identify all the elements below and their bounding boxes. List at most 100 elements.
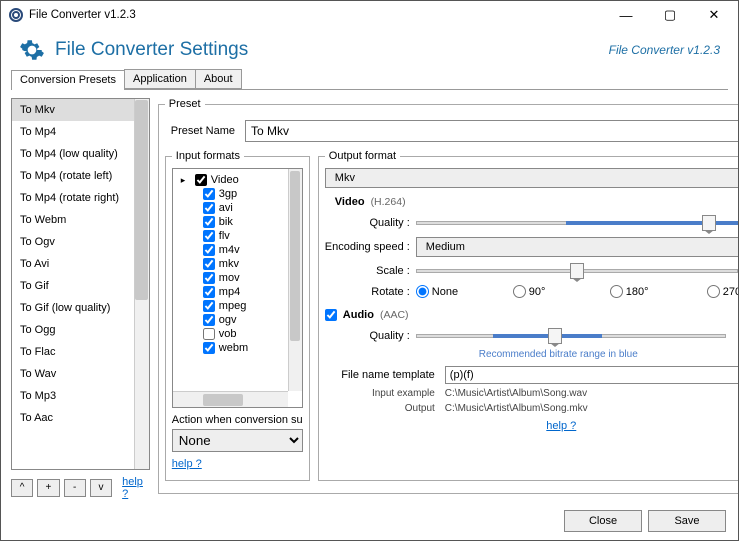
preset-item[interactable]: To Ogg: [12, 319, 149, 341]
audio-quality-slider[interactable]: [416, 328, 726, 344]
move-up-button[interactable]: ^: [11, 479, 33, 497]
output-example-label: Output: [325, 403, 435, 414]
format-checkbox[interactable]: [203, 272, 215, 284]
format-checkbox[interactable]: [203, 258, 215, 270]
preset-item[interactable]: To Mkv: [12, 99, 149, 121]
preset-item[interactable]: To Mp4 (low quality): [12, 143, 149, 165]
presets-help-link[interactable]: help ?: [122, 476, 150, 500]
format-label: bik: [219, 216, 233, 228]
scale-slider[interactable]: [416, 263, 738, 279]
preset-item[interactable]: To Mp4 (rotate left): [12, 165, 149, 187]
output-format-select[interactable]: Mkv: [325, 168, 738, 188]
format-label: flv: [219, 230, 230, 242]
app-icon: [9, 8, 23, 22]
preset-item[interactable]: To Gif: [12, 275, 149, 297]
scale-label: Scale :: [325, 265, 410, 277]
output-help-link[interactable]: help ?: [546, 420, 576, 432]
rotate-label: Rotate :: [325, 286, 410, 298]
tree-hscrollbar[interactable]: [173, 391, 288, 407]
tree-root-label: Video: [211, 174, 239, 186]
format-label: mov: [219, 272, 240, 284]
format-label: ogv: [219, 314, 237, 326]
format-checkbox[interactable]: [203, 314, 215, 326]
minimize-button[interactable]: —: [604, 1, 648, 29]
action-select[interactable]: None: [172, 429, 303, 452]
format-checkbox[interactable]: [203, 216, 215, 228]
remove-preset-button[interactable]: -: [64, 479, 86, 497]
input-formats-fieldset: Input formats ▸Video 3gp avi bik flv m4v…: [165, 150, 310, 481]
preset-legend: Preset: [165, 98, 205, 110]
preset-name-input[interactable]: [245, 120, 738, 142]
title-bar: File Converter v1.2.3 — ▢ ✕: [1, 1, 738, 29]
move-down-button[interactable]: v: [90, 479, 112, 497]
preset-item[interactable]: To Webm: [12, 209, 149, 231]
rotate-270-radio[interactable]: [707, 285, 720, 298]
rotate-90-radio[interactable]: [513, 285, 526, 298]
encoding-speed-label: Encoding speed :: [325, 241, 410, 253]
tab-conversion-presets[interactable]: Conversion Presets: [11, 70, 125, 90]
tree-root-checkbox[interactable]: [195, 174, 207, 186]
format-checkbox[interactable]: [203, 230, 215, 242]
preset-item[interactable]: To Mp4 (rotate right): [12, 187, 149, 209]
page-title: File Converter Settings: [55, 39, 248, 61]
filename-template-input[interactable]: [445, 366, 738, 384]
format-tree[interactable]: ▸Video 3gp avi bik flv m4v mkv mov mp4 m…: [172, 168, 303, 408]
preset-item[interactable]: To Mp4: [12, 121, 149, 143]
tree-vscrollbar[interactable]: [288, 169, 302, 391]
audio-section-label: Audio: [343, 309, 374, 321]
close-window-button[interactable]: ✕: [692, 1, 736, 29]
preset-fieldset: Preset Preset Name Input formats ▸Video …: [158, 98, 738, 494]
format-label: mkv: [219, 258, 239, 270]
tab-bar: Conversion Presets Application About: [11, 69, 728, 90]
formats-help-link[interactable]: help ?: [172, 458, 303, 470]
format-checkbox[interactable]: [203, 328, 215, 340]
format-label: mpeg: [219, 300, 247, 312]
format-checkbox[interactable]: [203, 342, 215, 354]
action-label: Action when conversion su: [172, 414, 303, 426]
output-format-legend: Output format: [325, 150, 400, 162]
audio-codec-label: (AAC): [380, 309, 409, 321]
preset-list[interactable]: To Mkv To Mp4 To Mp4 (low quality) To Mp…: [11, 98, 150, 470]
rotate-180-radio[interactable]: [610, 285, 623, 298]
video-quality-slider[interactable]: [416, 215, 738, 231]
close-button[interactable]: Close: [564, 510, 642, 532]
preset-scrollbar[interactable]: [134, 99, 149, 469]
tab-about[interactable]: About: [195, 69, 242, 89]
tree-caret-icon[interactable]: ▸: [181, 175, 191, 186]
header: File Converter Settings File Converter v…: [1, 29, 738, 69]
preset-item[interactable]: To Wav: [12, 363, 149, 385]
format-checkbox[interactable]: [203, 286, 215, 298]
preset-item[interactable]: To Avi: [12, 253, 149, 275]
maximize-button[interactable]: ▢: [648, 1, 692, 29]
encoding-speed-select[interactable]: Medium: [416, 237, 738, 257]
format-label: m4v: [219, 244, 240, 256]
format-label: webm: [219, 342, 248, 354]
format-label: 3gp: [219, 188, 237, 200]
add-preset-button[interactable]: +: [37, 479, 59, 497]
input-formats-legend: Input formats: [172, 150, 244, 162]
rotate-none-radio[interactable]: [416, 285, 429, 298]
format-checkbox[interactable]: [203, 244, 215, 256]
output-format-fieldset: Output format Mkv Video (H.264) Quality …: [318, 150, 738, 481]
format-checkbox[interactable]: [203, 202, 215, 214]
input-example-value: C:\Music\Artist\Album\Song.wav: [445, 388, 587, 399]
format-checkbox[interactable]: [203, 188, 215, 200]
input-example-label: Input example: [325, 388, 435, 399]
video-quality-label: Quality :: [325, 217, 410, 229]
audio-enable-checkbox[interactable]: [325, 309, 337, 321]
gear-icon: [19, 37, 45, 63]
audio-quality-label: Quality :: [325, 330, 410, 342]
format-label: vob: [219, 328, 237, 340]
preset-item[interactable]: To Gif (low quality): [12, 297, 149, 319]
preset-item[interactable]: To Flac: [12, 341, 149, 363]
audio-bitrate-value: 155 kbit/s: [732, 330, 738, 342]
save-button[interactable]: Save: [648, 510, 726, 532]
preset-item[interactable]: To Aac: [12, 407, 149, 429]
format-label: mp4: [219, 286, 240, 298]
video-section-label: Video: [335, 196, 365, 208]
output-example-value: C:\Music\Artist\Album\Song.mkv: [445, 403, 588, 414]
tab-application[interactable]: Application: [124, 69, 196, 89]
preset-item[interactable]: To Ogv: [12, 231, 149, 253]
format-checkbox[interactable]: [203, 300, 215, 312]
preset-item[interactable]: To Mp3: [12, 385, 149, 407]
